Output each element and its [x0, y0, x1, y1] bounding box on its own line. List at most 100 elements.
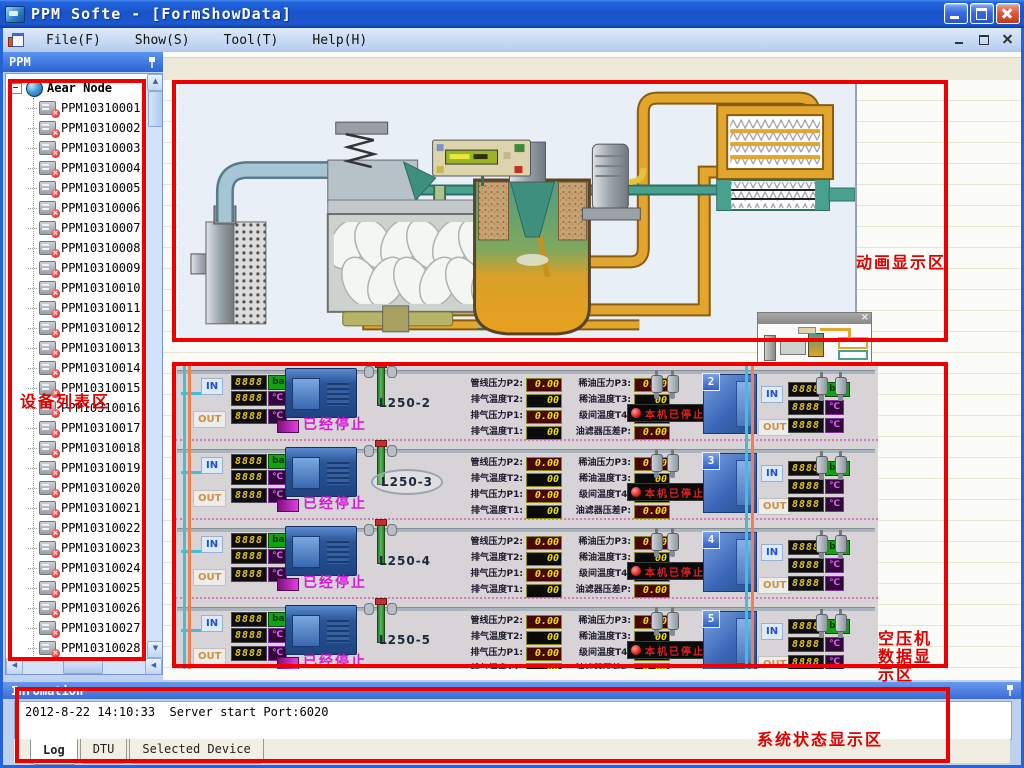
field-label: 油滤器压差P: [565, 426, 631, 440]
pin-icon[interactable] [1005, 684, 1015, 697]
dtu-cabinet[interactable]: 5 [703, 611, 757, 669]
tree-item-ppm10310002[interactable]: ×PPM10310002 [28, 118, 162, 138]
alarm-text: 本机已停止 [645, 643, 705, 658]
tree-connector [28, 108, 37, 109]
restore-button[interactable] [970, 3, 994, 24]
lcd-group: 8888℃ [231, 549, 287, 564]
tree-item-ppm10310014[interactable]: ×PPM10310014 [28, 358, 162, 378]
tab-dtu[interactable]: DTU [80, 739, 128, 764]
pin-icon[interactable] [147, 56, 157, 69]
tree-item-ppm10310003[interactable]: ×PPM10310003 [28, 138, 162, 158]
field-label: 排气压力P1: [461, 647, 523, 661]
tree-item-ppm10310022[interactable]: ×PPM10310022 [28, 518, 162, 538]
tree-horizontal-scrollbar[interactable]: ◀ ◀ [6, 659, 162, 674]
scroll-thumb[interactable] [63, 659, 103, 674]
tree-item-ppm10310018[interactable]: ×PPM10310018 [28, 438, 162, 458]
device-icon: × [39, 141, 56, 155]
tree-item-ppm10310004[interactable]: ×PPM10310004 [28, 158, 162, 178]
offline-badge-icon: × [51, 149, 60, 158]
tree-item-ppm10310001[interactable]: ×PPM10310001 [28, 98, 162, 118]
field-value: 0.00 [634, 505, 670, 519]
field-label: 管线压力P2: [461, 536, 523, 550]
tree-item-label: PPM10310012 [61, 321, 140, 335]
field-label: 油滤器压差P: [565, 663, 631, 669]
scroll-down-icon[interactable]: ▼ [147, 641, 163, 658]
tab-log[interactable]: Log [30, 739, 78, 765]
tree-item-ppm10310013[interactable]: ×PPM10310013 [28, 338, 162, 358]
tree-item-label: PPM10310004 [61, 161, 140, 175]
lcd-digits: 8888 [788, 400, 824, 415]
compressor-image[interactable] [285, 605, 357, 655]
compressor-image[interactable] [285, 447, 357, 497]
dtu-cabinet[interactable]: 2 [703, 374, 757, 434]
tree-item-ppm10310021[interactable]: ×PPM10310021 [28, 498, 162, 518]
field-value: 00 [526, 505, 562, 519]
field-label: 排气压力P1: [461, 410, 523, 424]
scroll-thumb[interactable] [148, 91, 163, 127]
tree-item-ppm10310007[interactable]: ×PPM10310007 [28, 218, 162, 238]
lcd-digits: 8888 [788, 637, 824, 652]
tree-item-ppm10310010[interactable]: ×PPM10310010 [28, 278, 162, 298]
thumbnail-close-icon[interactable]: × [861, 312, 869, 323]
tree-item-ppm10310024[interactable]: ×PPM10310024 [28, 558, 162, 578]
mdi-restore-button[interactable] [977, 33, 992, 46]
compressor-row-l250-2: IN8888bar8888℃OUT8888℃已经停止L250-2管线压力P2:0… [175, 362, 878, 441]
tree-connector [28, 608, 37, 609]
lcd-digits: 8888 [788, 497, 824, 512]
tree-connector [28, 528, 37, 529]
information-panel: Inromation 2012-8-22 14:10:33 Server sta… [3, 680, 1021, 765]
menu-tool[interactable]: Tool(T) [214, 30, 289, 51]
dtu-cabinet[interactable]: 4 [703, 532, 757, 592]
out-label: OUT [758, 656, 791, 669]
mdi-close-button[interactable] [1001, 33, 1016, 46]
filter-icon [834, 372, 846, 402]
information-header: Inromation [3, 682, 1021, 699]
scroll-right-icon[interactable]: ◀ [145, 658, 162, 675]
compressor-image[interactable] [285, 526, 357, 576]
tree-item-ppm10310023[interactable]: ×PPM10310023 [28, 538, 162, 558]
tree-item-ppm10310026[interactable]: ×PPM10310026 [28, 598, 162, 618]
offline-badge-icon: × [51, 329, 60, 338]
compressor-image[interactable] [285, 368, 357, 418]
cabinet-number: 3 [702, 452, 720, 470]
tree-item-ppm10310027[interactable]: ×PPM10310027 [28, 618, 162, 638]
tree-item-ppm10310020[interactable]: ×PPM10310020 [28, 478, 162, 498]
tree-connector [28, 548, 37, 549]
collapse-icon[interactable] [11, 83, 22, 94]
field-label: 稀油温度T3: [565, 631, 631, 645]
minimize-button[interactable] [944, 3, 968, 24]
lcd-digits: 8888 [231, 646, 267, 661]
scroll-left-icon[interactable]: ◀ [6, 658, 23, 675]
tree-item-ppm10310025[interactable]: ×PPM10310025 [28, 578, 162, 598]
tree-item-ppm10310017[interactable]: ×PPM10310017 [28, 418, 162, 438]
compressor-name: L250-2 [379, 396, 431, 410]
lcd-display: 8888℃ [788, 637, 844, 652]
status-led-icon [277, 420, 299, 433]
menu-show[interactable]: Show(S) [125, 30, 200, 51]
offline-badge-icon: × [51, 509, 60, 518]
tree-item-ppm10310009[interactable]: ×PPM10310009 [28, 258, 162, 278]
tree-vertical-scrollbar[interactable]: ▲ ▼ [147, 74, 162, 658]
in-label: IN [201, 378, 223, 395]
tree-item-ppm10310008[interactable]: ×PPM10310008 [28, 238, 162, 258]
menu-file[interactable]: File(F) [36, 30, 111, 51]
tree-item-ppm10310028[interactable]: ×PPM10310028 [28, 638, 162, 658]
in-label: IN [761, 544, 783, 561]
tree-item-ppm10310011[interactable]: ×PPM10310011 [28, 298, 162, 318]
tab-selected-device[interactable]: Selected Device [129, 739, 263, 764]
dtu-cabinet[interactable]: 3 [703, 453, 757, 513]
offline-badge-icon: × [51, 449, 60, 458]
tree-item-ppm10310019[interactable]: ×PPM10310019 [28, 458, 162, 478]
lcd-group: 8888℃ [788, 576, 844, 591]
close-button[interactable] [996, 3, 1020, 24]
tree-item-ppm10310012[interactable]: ×PPM10310012 [28, 318, 162, 338]
filter-icon [666, 607, 678, 637]
tree-item-ppm10310006[interactable]: ×PPM10310006 [28, 198, 162, 218]
tree-item-ppm10310005[interactable]: ×PPM10310005 [28, 178, 162, 198]
tree-root[interactable]: Aear Node [6, 74, 162, 98]
animation-display-area: × [178, 82, 857, 340]
scroll-up-icon[interactable]: ▲ [147, 74, 163, 91]
menu-help[interactable]: Help(H) [302, 30, 377, 51]
mdi-minimize-button[interactable] [953, 33, 968, 46]
tree-connector [28, 288, 37, 289]
